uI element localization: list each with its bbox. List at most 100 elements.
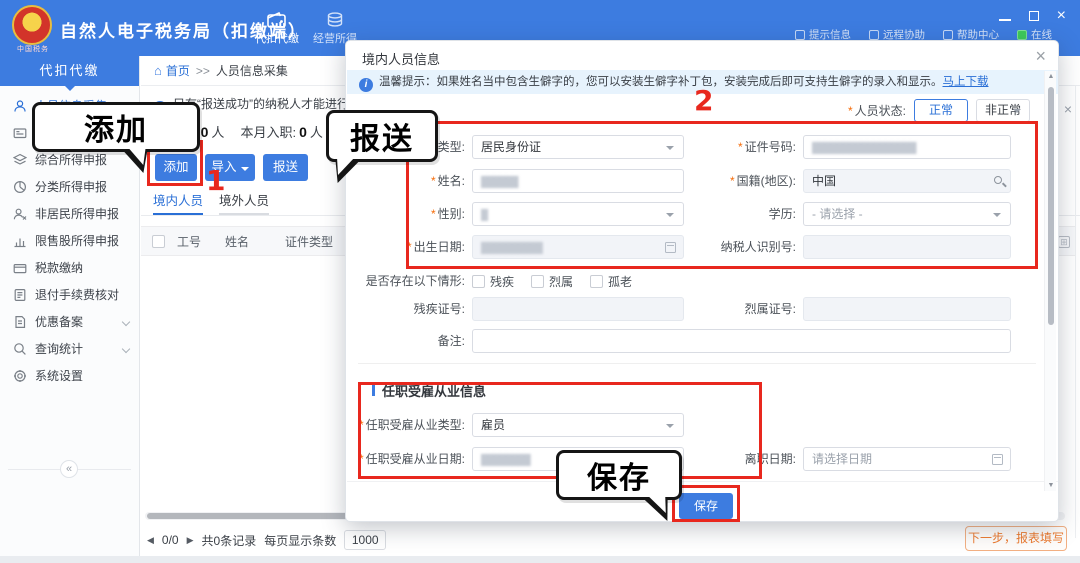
layers-icon [13, 153, 27, 167]
person-status-group: *人员状态: 正常 非正常 [848, 99, 1030, 122]
column-settings-icon[interactable]: ⊞ [1058, 236, 1070, 248]
situation-checkbox[interactable]: 孤老 [590, 273, 632, 290]
callout-save: 保存 [556, 450, 682, 500]
page-size-input[interactable]: 1000 [344, 530, 386, 550]
section-divider [358, 363, 1036, 364]
sidebar-item[interactable]: 系统设置 [0, 362, 139, 389]
scrollbar-thumb[interactable] [1048, 87, 1054, 325]
pie-icon [13, 180, 27, 194]
leave-date-input[interactable]: 请选择日期 [803, 447, 1011, 471]
prev-page-icon[interactable]: ◀ [147, 535, 154, 546]
tax-emblem-logo: ★ [12, 5, 52, 45]
situation-checkbox[interactable]: 残疾 [472, 273, 514, 290]
window-controls: × [999, 8, 1066, 24]
doc-icon [13, 315, 27, 329]
modal-scrollbar[interactable]: ▲ ▼ [1044, 71, 1056, 491]
submit-button[interactable]: 报送 [263, 154, 308, 181]
callout-submit: 报送 [326, 110, 438, 162]
sidebar-item[interactable]: 查询统计 [0, 335, 139, 362]
checkbox-icon[interactable] [531, 275, 544, 288]
quick-menu-icon [869, 30, 879, 40]
checkbox-icon[interactable] [590, 275, 603, 288]
annotation-step-2: 2 [694, 84, 713, 117]
sidebar-item[interactable]: 非居民所得申报 [0, 200, 139, 227]
gear-icon [13, 369, 27, 383]
table-right-border [1075, 86, 1076, 538]
table-header-cell: 姓名 [225, 227, 249, 257]
next-step-button[interactable]: 下一步，报表填写 [965, 526, 1067, 551]
situation-checkbox-group: 残疾烈属孤老 [472, 273, 632, 289]
record-count: 共0条记录 [202, 532, 257, 549]
remark-input[interactable] [472, 329, 1011, 353]
stat-item: 本月入职:0人 [240, 125, 322, 140]
sidebar-item[interactable]: 退付手续费核对 [0, 281, 139, 308]
chevron-down-icon [122, 318, 130, 326]
person-status-label: 人员状态: [855, 104, 906, 118]
sidebar-item[interactable]: 税款缴纳 [0, 254, 139, 281]
maximize-icon[interactable] [1029, 11, 1039, 21]
table-header-cell: 工号 [177, 227, 201, 257]
modal-title: 境内人员信息 [362, 49, 440, 68]
breadcrumb-home[interactable]: 首页 [166, 64, 190, 78]
annotation-step-1: 1 [206, 164, 225, 197]
sidebar-title: 代扣代缴 [0, 56, 139, 86]
wallet2-icon [13, 261, 27, 275]
remark-label: 备注: [360, 329, 465, 353]
search-icon [13, 342, 27, 356]
header-menu-withholding[interactable]: 代扣代缴 [248, 12, 306, 46]
tab-domestic[interactable]: 境内人员 [153, 190, 203, 215]
status-abnormal-button[interactable]: 非正常 [976, 99, 1030, 122]
chevron-down-icon [122, 345, 130, 353]
footer-strip [0, 556, 1080, 563]
modal-footer-divider [347, 481, 1058, 482]
info-icon: i [359, 78, 373, 92]
tab-overseas[interactable]: 境外人员 [219, 190, 269, 215]
scroll-up-icon[interactable]: ▲ [1045, 73, 1057, 80]
callout-add: 添加 [32, 102, 200, 152]
select-all-checkbox[interactable] [152, 235, 165, 248]
table-header-cell: 证件类型 [285, 227, 333, 257]
breadcrumb-separator: >> [196, 64, 210, 78]
scroll-down-icon[interactable]: ▼ [1045, 482, 1057, 489]
page-size-label: 每页显示条数 [264, 532, 336, 549]
chart-icon [13, 234, 27, 248]
user-icon [13, 207, 27, 221]
wallet-icon [267, 12, 287, 28]
sidebar-item[interactable]: 限售股所得申报 [0, 227, 139, 254]
checkbox-icon[interactable] [472, 275, 485, 288]
online-status-icon [1017, 30, 1027, 40]
quick-menu-icon [943, 30, 953, 40]
martyr-no-input[interactable] [803, 297, 1011, 321]
list-icon [13, 288, 27, 302]
app-window: ★ 中国税务 自然人电子税务局（扣缴端） 代扣代缴 经营所得 提示信息远程协助帮… [0, 0, 1080, 563]
calendar-icon [992, 454, 1003, 465]
sidebar-collapse-button[interactable]: « [60, 460, 78, 478]
close-icon[interactable]: × [1057, 9, 1066, 23]
annotation-box-save [672, 485, 740, 522]
person-icon [13, 99, 27, 113]
coins-icon [326, 12, 344, 28]
card-icon [13, 126, 27, 140]
notice-close-icon[interactable]: × [1064, 102, 1072, 114]
martyr-no-label: 烈属证号: [686, 297, 796, 321]
sidebar-item[interactable]: 分类所得申报 [0, 173, 139, 200]
disability-no-label: 残疾证号: [360, 297, 465, 321]
annotation-box-form [406, 121, 1038, 269]
download-patch-link[interactable]: 马上下载 [943, 76, 989, 88]
situation-checkbox[interactable]: 烈属 [531, 273, 573, 290]
next-page-icon[interactable]: ▶ [187, 535, 194, 546]
home-icon: ⌂ [154, 63, 162, 78]
breadcrumb-current: 人员信息采集 [216, 64, 288, 78]
page-indicator: 0/0 [162, 533, 179, 547]
modal-close-icon[interactable]: × [1035, 46, 1046, 67]
situation-label: 是否存在以下情形: [354, 269, 465, 293]
disability-no-input[interactable] [472, 297, 684, 321]
emblem-caption: 中国税务 [8, 44, 58, 54]
sidebar-item[interactable]: 优惠备案 [0, 308, 139, 335]
status-normal-button[interactable]: 正常 [914, 99, 968, 122]
pagination: ◀ 0/0 ▶ 共0条记录 每页显示条数 1000 [147, 530, 386, 550]
chevron-down-icon [241, 167, 249, 175]
quick-menu-icon [795, 30, 805, 40]
modal-tip-text: 温馨提示：如果姓名当中包含生僻字的，您可以安装生僻字补丁包，安装完成后即可支持生… [379, 76, 943, 88]
minimize-icon[interactable] [999, 19, 1011, 21]
